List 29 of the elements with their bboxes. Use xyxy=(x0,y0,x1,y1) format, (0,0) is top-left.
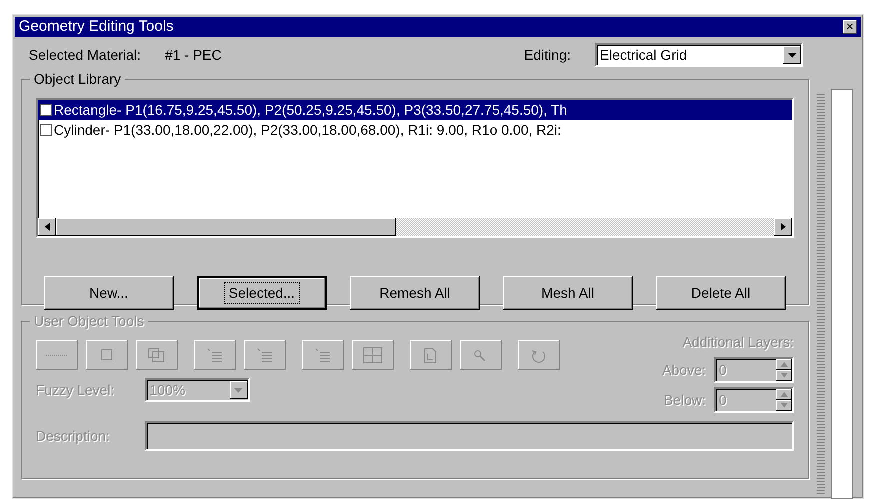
scroll-thumb[interactable] xyxy=(56,218,396,236)
below-label: Below: xyxy=(664,390,706,410)
action-button[interactable]: Mesh All xyxy=(503,276,633,310)
group-title: User Object Tools xyxy=(30,313,148,329)
material-label: Selected Material: xyxy=(29,46,142,64)
description-label: Description: xyxy=(36,426,110,446)
scroll-left-icon[interactable] xyxy=(38,218,56,236)
window-title: Geometry Editing Tools xyxy=(19,17,174,37)
grid-icon xyxy=(362,346,384,364)
dotted-line-icon xyxy=(46,354,68,356)
editing-dropdown[interactable]: Electrical Grid xyxy=(595,43,803,67)
action-button[interactable]: Remesh All xyxy=(350,276,480,310)
scroll-right-icon[interactable] xyxy=(774,218,792,236)
object-list[interactable]: Rectangle- P1(16.75,9.25,45.50), P2(50.25,9.25,45.50), P3(33.50,27.75,45.50), Th Cylinder- P1(33.00,18.00,22.00), P2(33.00,18.00,68.00), R1i: 9.00, R1o 0.00, R2i: xyxy=(36,98,794,238)
action-button[interactable]: Selected... xyxy=(197,276,327,310)
material-value: #1 - PEC xyxy=(165,46,222,64)
close-button[interactable]: × xyxy=(843,20,857,34)
checkbox[interactable] xyxy=(40,124,52,136)
group-title: Object Library xyxy=(30,71,126,87)
checkbox[interactable] xyxy=(40,104,52,116)
additional-layers-label: Additional Layers: xyxy=(682,333,794,352)
fuzzy-level-label: Fuzzy Level: xyxy=(36,380,115,400)
action-button[interactable]: New... xyxy=(44,276,174,310)
list-item[interactable]: Rectangle- P1(16.75,9.25,45.50), P2(50.25,9.25,45.50), P3(33.50,27.75,45.50), Th xyxy=(38,100,792,120)
horizontal-scrollbar[interactable] xyxy=(38,218,792,236)
above-label: Above: xyxy=(662,360,706,380)
editing-label: Editing: xyxy=(524,46,571,65)
action-button[interactable]: Delete All xyxy=(656,276,786,310)
list-item[interactable]: Cylinder- P1(33.00,18.00,22.00), P2(33.00,18.00,68.00), R1i: 9.00, R1o 0.00, R2i: xyxy=(38,120,792,140)
